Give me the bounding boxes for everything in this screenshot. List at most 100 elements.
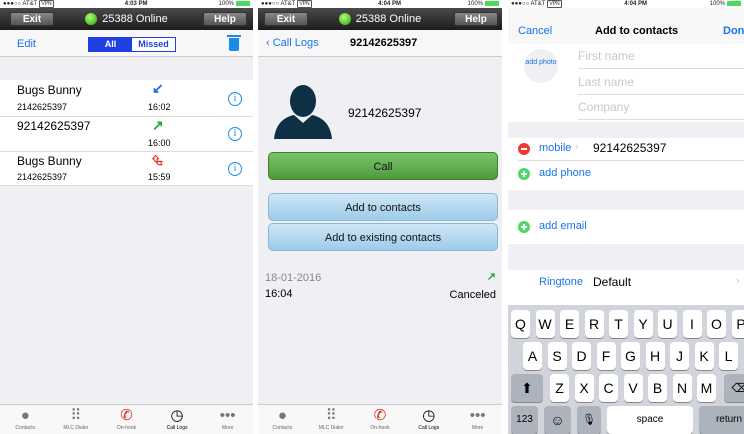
keyboard: QWERTYUIOP ASDFGHJKL ZXCVBNM ⬆ ⌫ 123 ☺ 🎙… <box>508 305 744 434</box>
filter-segmented-control: All Missed <box>88 37 176 52</box>
help-button[interactable]: Help <box>203 12 247 26</box>
incoming-call-icon: ↙ <box>152 80 164 96</box>
key-o[interactable]: O <box>707 310 726 338</box>
back-button[interactable]: ‹ Call Logs <box>266 37 319 49</box>
edit-button[interactable]: Edit <box>17 38 36 50</box>
key-p[interactable]: P <box>731 310 744 338</box>
key-r[interactable]: R <box>584 310 604 338</box>
key-q[interactable]: Q <box>511 310 530 338</box>
call-log-row[interactable]: Bugs Bunny 2142625397 ↙ 16:02 i <box>0 80 253 117</box>
call-log-row[interactable]: Bugs Bunny 2142625397 ⮴ 15:59 i <box>0 152 253 186</box>
status-bar: ●●●○○ AT&T VPN 4:04 PM 100% <box>258 0 502 8</box>
add-email-row[interactable]: add email <box>518 219 744 239</box>
tab-more[interactable]: ••• More <box>453 405 502 434</box>
chevron-left-icon: ‹ <box>266 37 273 49</box>
return-key[interactable]: return <box>699 406 744 434</box>
tab-contacts[interactable]: ● Contacts <box>258 405 307 434</box>
status-time: 4:04 PM <box>378 1 401 7</box>
contact-number: 92142625397 <box>348 106 422 120</box>
key-e[interactable]: E <box>560 310 579 338</box>
tab-on-hook[interactable]: ✆ On-hook <box>101 405 152 434</box>
key-b[interactable]: B <box>648 374 667 402</box>
key-k[interactable]: K <box>694 342 714 370</box>
key-g[interactable]: G <box>621 342 640 370</box>
phone-label[interactable]: mobile <box>539 142 571 154</box>
done-button[interactable]: Done <box>723 25 744 37</box>
key-f[interactable]: F <box>596 342 616 370</box>
info-icon[interactable]: i <box>228 127 242 141</box>
sip-status-text: 25388 Online <box>355 13 422 25</box>
trash-icon[interactable] <box>227 35 241 51</box>
tab-more[interactable]: ••• More <box>202 405 253 434</box>
key-j[interactable]: J <box>670 342 689 370</box>
add-phone-label: add phone <box>539 167 591 179</box>
key-h[interactable]: H <box>645 342 665 370</box>
caller-name: Bugs Bunny <box>17 154 82 168</box>
key-c[interactable]: C <box>599 374 618 402</box>
tab-on-hook[interactable]: ✆ On-hook <box>356 405 405 434</box>
section-gap <box>508 244 744 270</box>
status-battery-text: 100% <box>709 1 725 7</box>
info-icon[interactable]: i <box>228 92 242 106</box>
last-name-input[interactable]: Last name <box>578 70 744 95</box>
key-m[interactable]: M <box>697 374 716 402</box>
online-dot-icon <box>85 13 98 26</box>
key-n[interactable]: N <box>672 374 692 402</box>
battery-icon <box>727 0 741 6</box>
tab-label: MLC Dialer <box>318 425 344 431</box>
key-z[interactable]: Z <box>550 374 569 402</box>
key-a[interactable]: A <box>523 342 542 370</box>
add-to-existing-contacts-button[interactable]: Add to existing contacts <box>268 223 498 251</box>
tab-call-logs[interactable]: ◷ Call Logs <box>404 405 453 434</box>
sip-status-bar: Exit 25388 Online Help <box>258 8 502 30</box>
remove-phone-icon[interactable] <box>518 143 530 155</box>
phone-input[interactable]: 92142625397 <box>593 141 666 155</box>
key-v[interactable]: V <box>623 374 643 402</box>
ringtone-row[interactable]: Ringtone Default › <box>508 270 744 294</box>
microphone-key[interactable]: 🎙 <box>577 406 601 434</box>
key-t[interactable]: T <box>609 310 628 338</box>
vpn-badge: VPN <box>297 0 312 8</box>
phone-handset-icon: ✆ <box>373 407 387 424</box>
caller-name: Bugs Bunny <box>17 83 82 97</box>
help-button[interactable]: Help <box>454 12 498 26</box>
tab-label: Contacts <box>272 425 293 431</box>
phone-handset-icon: ✆ <box>120 407 133 424</box>
shift-key[interactable]: ⬆ <box>511 374 543 402</box>
call-button[interactable]: Call <box>268 152 498 180</box>
tab-call-logs[interactable]: ◷ Call Logs <box>152 405 203 434</box>
add-phone-row[interactable]: add phone <box>518 166 744 186</box>
tab-label: MLC Dialer <box>63 425 89 431</box>
tab-all[interactable]: All <box>89 38 132 51</box>
call-log-row[interactable]: 92142625397 ↗ 16:00 i <box>0 117 253 152</box>
key-y[interactable]: Y <box>633 310 653 338</box>
tab-contacts[interactable]: ● Contacts <box>0 405 51 434</box>
add-to-contacts-button[interactable]: Add to contacts <box>268 193 498 221</box>
company-input[interactable]: Company <box>578 95 744 120</box>
numbers-key[interactable]: 123 <box>511 406 538 434</box>
key-u[interactable]: U <box>658 310 677 338</box>
sip-status-text: 25388 Online <box>102 13 168 25</box>
missed-call-icon: ⮴ <box>152 152 164 168</box>
tab-mlc-dialer[interactable]: ⠿ MLC Dialer <box>307 405 356 434</box>
battery-icon <box>236 0 250 6</box>
key-l[interactable]: L <box>719 342 738 370</box>
key-d[interactable]: D <box>572 342 591 370</box>
cancel-button[interactable]: Cancel <box>518 25 552 37</box>
backspace-key[interactable]: ⌫ <box>724 374 744 402</box>
nav-bar: Edit All Missed <box>0 30 253 57</box>
key-w[interactable]: W <box>535 310 555 338</box>
first-name-input[interactable]: First name <box>578 44 744 69</box>
emoji-key[interactable]: ☺ <box>544 406 571 434</box>
carrier-label: ●●●○○ AT&T <box>3 1 38 7</box>
online-dot-icon <box>338 13 351 26</box>
tab-mlc-dialer[interactable]: ⠿ MLC Dialer <box>51 405 102 434</box>
key-i[interactable]: I <box>682 310 702 338</box>
key-s[interactable]: S <box>547 342 567 370</box>
tab-missed[interactable]: Missed <box>132 38 175 51</box>
info-icon[interactable]: i <box>228 162 242 176</box>
status-bar: ●●●○○ AT&T VPN 4:04 PM 100% <box>508 0 744 8</box>
add-photo-button[interactable]: add photo <box>524 49 558 83</box>
space-key[interactable]: space <box>607 406 693 434</box>
key-x[interactable]: X <box>574 374 594 402</box>
